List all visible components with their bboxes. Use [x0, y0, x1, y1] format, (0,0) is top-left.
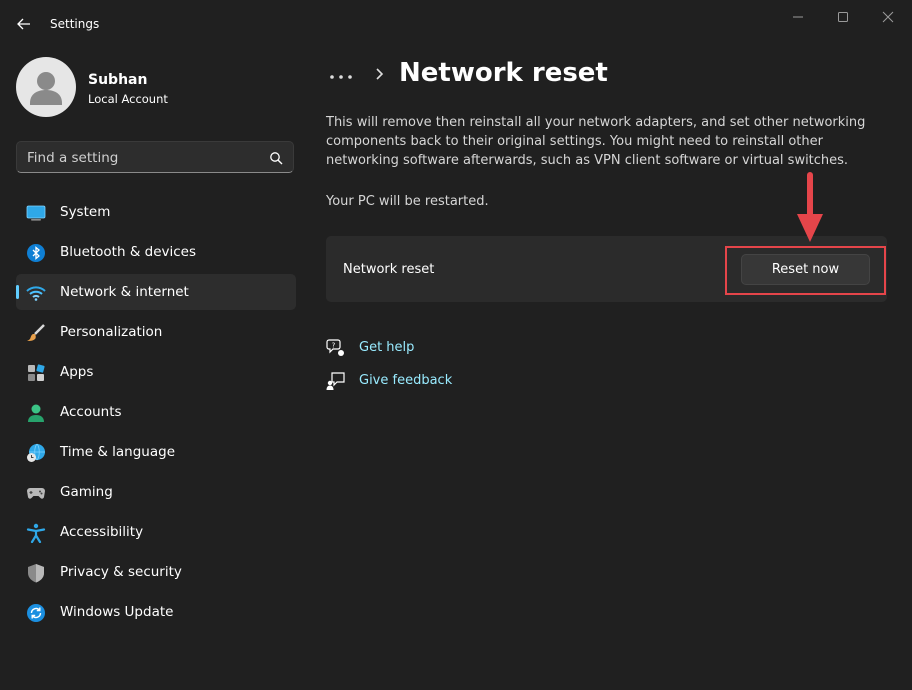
- sidebar-item-label: Privacy & security: [60, 564, 182, 580]
- chevron-right-icon: [372, 66, 386, 82]
- wifi-icon: [26, 283, 46, 303]
- sidebar-item-windows-update[interactable]: Windows Update: [16, 594, 296, 630]
- title-bar: Settings: [0, 0, 912, 48]
- sidebar-item-system[interactable]: System: [16, 194, 296, 230]
- close-icon[interactable]: [874, 8, 902, 26]
- accounts-icon: [26, 403, 46, 423]
- network-reset-card: Network reset Reset now: [326, 236, 887, 302]
- sidebar-item-accounts[interactable]: Accounts: [16, 394, 296, 430]
- avatar[interactable]: [16, 57, 76, 117]
- system-display-icon: [26, 203, 46, 223]
- reset-now-button[interactable]: Reset now: [741, 254, 870, 285]
- sidebar-item-time-language[interactable]: Time & language: [16, 434, 296, 470]
- search-input[interactable]: Find a setting: [16, 141, 294, 173]
- update-icon: [26, 603, 46, 623]
- breadcrumb-more-icon[interactable]: [328, 68, 354, 80]
- sidebar-item-label: Bluetooth & devices: [60, 244, 197, 260]
- card-label: Network reset: [343, 262, 435, 277]
- bluetooth-icon: [26, 243, 46, 263]
- sidebar-item-label: Network & internet: [60, 284, 189, 300]
- link-label: Get help: [359, 340, 415, 355]
- gamepad-icon: [26, 483, 46, 503]
- sidebar-item-label: Apps: [60, 364, 94, 380]
- search-icon[interactable]: [269, 150, 283, 165]
- sidebar-item-label: System: [60, 204, 111, 220]
- sidebar-item-personalization[interactable]: Personalization: [16, 314, 296, 350]
- description-text: This will remove then reinstall all your…: [326, 115, 866, 168]
- account-type: Local Account: [88, 92, 168, 106]
- svg-text:?: ?: [332, 342, 336, 350]
- sidebar-item-label: Time & language: [60, 444, 176, 460]
- globe-clock-icon: [26, 443, 46, 463]
- sidebar-item-accessibility[interactable]: Accessibility: [16, 514, 296, 550]
- red-arrow-icon: [796, 172, 824, 244]
- sidebar-item-label: Windows Update: [60, 604, 174, 620]
- link-label: Give feedback: [359, 373, 453, 388]
- sidebar-nav: System Bluetooth & devices Network & int…: [16, 194, 296, 634]
- sidebar-item-network[interactable]: Network & internet: [16, 274, 296, 310]
- sidebar-item-label: Gaming: [60, 484, 113, 500]
- app-title: Settings: [50, 17, 100, 31]
- page-title: Network reset: [399, 58, 608, 88]
- minimize-icon[interactable]: [784, 8, 812, 26]
- user-name: Subhan: [88, 72, 148, 88]
- restart-note: Your PC will be restarted.: [326, 194, 489, 209]
- sidebar-item-label: Accounts: [60, 404, 122, 420]
- shield-icon: [26, 563, 46, 583]
- sidebar-item-label: Accessibility: [60, 524, 144, 540]
- sidebar-item-apps[interactable]: Apps: [16, 354, 296, 390]
- sidebar-item-privacy-security[interactable]: Privacy & security: [16, 554, 296, 590]
- accessibility-icon: [26, 523, 46, 544]
- apps-icon: [26, 363, 46, 383]
- back-arrow-icon[interactable]: [14, 14, 34, 34]
- search-placeholder: Find a setting: [27, 150, 119, 166]
- sidebar-item-bluetooth[interactable]: Bluetooth & devices: [16, 234, 296, 270]
- maximize-icon[interactable]: [829, 8, 857, 26]
- help-chat-icon: ?: [326, 338, 346, 358]
- paintbrush-icon: [26, 323, 46, 343]
- feedback-icon: [326, 371, 346, 391]
- sidebar-item-gaming[interactable]: Gaming: [16, 474, 296, 510]
- sidebar-item-label: Personalization: [60, 324, 163, 340]
